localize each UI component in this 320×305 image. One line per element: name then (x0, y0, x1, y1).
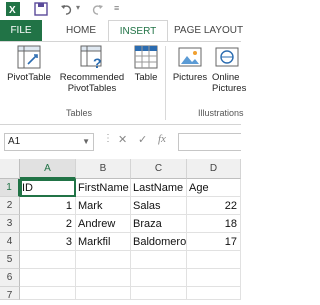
insert-function-icon[interactable]: fx (158, 133, 166, 145)
cancel-icon[interactable]: ✕ (118, 133, 127, 146)
excel-logo-icon: X (6, 2, 20, 16)
recommended-pivottables-button[interactable]: ? Recommended PivotTables (54, 44, 130, 94)
quick-access-toolbar: X ▾ ≡ (0, 0, 241, 20)
name-box-dropdown-icon[interactable]: ▼ (82, 134, 90, 150)
online-pictures-button[interactable]: Online Pictures (212, 44, 256, 94)
pivot-table-label: PivotTable (7, 72, 51, 83)
cell-a6[interactable] (20, 269, 76, 287)
pivot-table-button[interactable]: PivotTable (4, 44, 54, 83)
cell-c6[interactable] (131, 269, 187, 287)
group-label-illustrations: Illustrations (198, 108, 244, 118)
row-header-5[interactable]: 5 (0, 251, 20, 269)
cell-c4[interactable]: Baldomero (131, 233, 187, 251)
table-button[interactable]: Table (130, 44, 162, 83)
tab-home[interactable]: HOME (56, 20, 106, 42)
cell-d2[interactable]: 22 (187, 197, 241, 215)
online-pictures-icon (215, 47, 239, 67)
pictures-icon (178, 47, 202, 67)
cell-a3[interactable]: 2 (20, 215, 76, 233)
cell-b2[interactable]: Mark (76, 197, 131, 215)
recommended-label-line1: Recommended (59, 72, 125, 83)
column-header-b[interactable]: B (76, 159, 131, 179)
online-pictures-label-line2: Pictures (212, 83, 247, 94)
column-header-a[interactable]: A (20, 159, 76, 179)
enter-icon[interactable]: ✓ (138, 133, 147, 146)
recommended-label-line2: PivotTables (67, 83, 117, 94)
recommended-pivottables-icon: ? (80, 45, 102, 70)
name-box[interactable]: A1 ▼ (4, 133, 94, 151)
cell-c3[interactable]: Braza (131, 215, 187, 233)
tab-file[interactable]: FILE (0, 20, 42, 42)
name-box-value: A1 (8, 136, 21, 147)
svg-text:X: X (9, 5, 16, 16)
formula-input[interactable] (178, 133, 241, 151)
cell-d4[interactable]: 17 (187, 233, 241, 251)
save-icon[interactable] (34, 2, 48, 16)
formula-bar: A1 ▼ ⋮ ✕ ✓ fx (0, 125, 241, 159)
row-header-3[interactable]: 3 (0, 215, 20, 233)
customize-toolbar-icon[interactable]: ≡ (114, 3, 119, 13)
cell-c1[interactable]: LastName (131, 179, 187, 197)
row-header-4[interactable]: 4 (0, 233, 20, 251)
undo-dropdown-icon[interactable]: ▾ (76, 3, 80, 12)
formula-bar-grip-icon: ⋮ (103, 133, 113, 144)
ribbon-tabs: FILE HOME INSERT PAGE LAYOUT (0, 20, 243, 42)
cell-b5[interactable] (76, 251, 131, 269)
group-label-tables: Tables (66, 108, 93, 118)
column-header-d[interactable]: D (187, 159, 241, 179)
select-all-corner[interactable] (0, 159, 20, 179)
cell-a5[interactable] (20, 251, 76, 269)
cell-a7[interactable] (20, 287, 76, 300)
group-separator (165, 46, 166, 120)
redo-icon[interactable] (90, 2, 104, 16)
cell-b1[interactable]: FirstName (76, 179, 131, 197)
cell-c7[interactable] (131, 287, 187, 300)
pictures-label: Pictures (172, 72, 208, 83)
ribbon-insert: PivotTable ? Recommended PivotTables Tab… (0, 41, 246, 125)
cell-a2[interactable]: 1 (20, 197, 76, 215)
cell-d3[interactable]: 18 (187, 215, 241, 233)
cell-b4[interactable]: Markfil (76, 233, 131, 251)
cell-d7[interactable] (187, 287, 241, 300)
pivot-table-icon (17, 45, 41, 69)
undo-icon[interactable] (60, 2, 74, 16)
row-header-1[interactable]: 1 (0, 179, 20, 197)
row-header-2[interactable]: 2 (0, 197, 20, 215)
cell-d1[interactable]: Age (187, 179, 241, 197)
tab-page-layout[interactable]: PAGE LAYOUT (171, 20, 243, 42)
cell-b7[interactable] (76, 287, 131, 300)
column-header-c[interactable]: C (131, 159, 187, 179)
cell-a1[interactable]: ID (20, 179, 76, 197)
table-icon (134, 45, 158, 69)
online-pictures-label-line1: Online (212, 72, 240, 83)
cell-b6[interactable] (76, 269, 131, 287)
table-label: Table (134, 72, 158, 83)
cell-d5[interactable] (187, 251, 241, 269)
cell-d6[interactable] (187, 269, 241, 287)
pictures-button[interactable]: Pictures (168, 44, 212, 83)
cell-b3[interactable]: Andrew (76, 215, 131, 233)
svg-text:?: ? (93, 55, 102, 70)
cell-a4[interactable]: 3 (20, 233, 76, 251)
tab-insert[interactable]: INSERT (108, 20, 168, 42)
cell-c2[interactable]: Salas (131, 197, 187, 215)
row-header-6[interactable]: 6 (0, 269, 20, 287)
cell-c5[interactable] (131, 251, 187, 269)
row-header-7[interactable]: 7 (0, 287, 20, 301)
